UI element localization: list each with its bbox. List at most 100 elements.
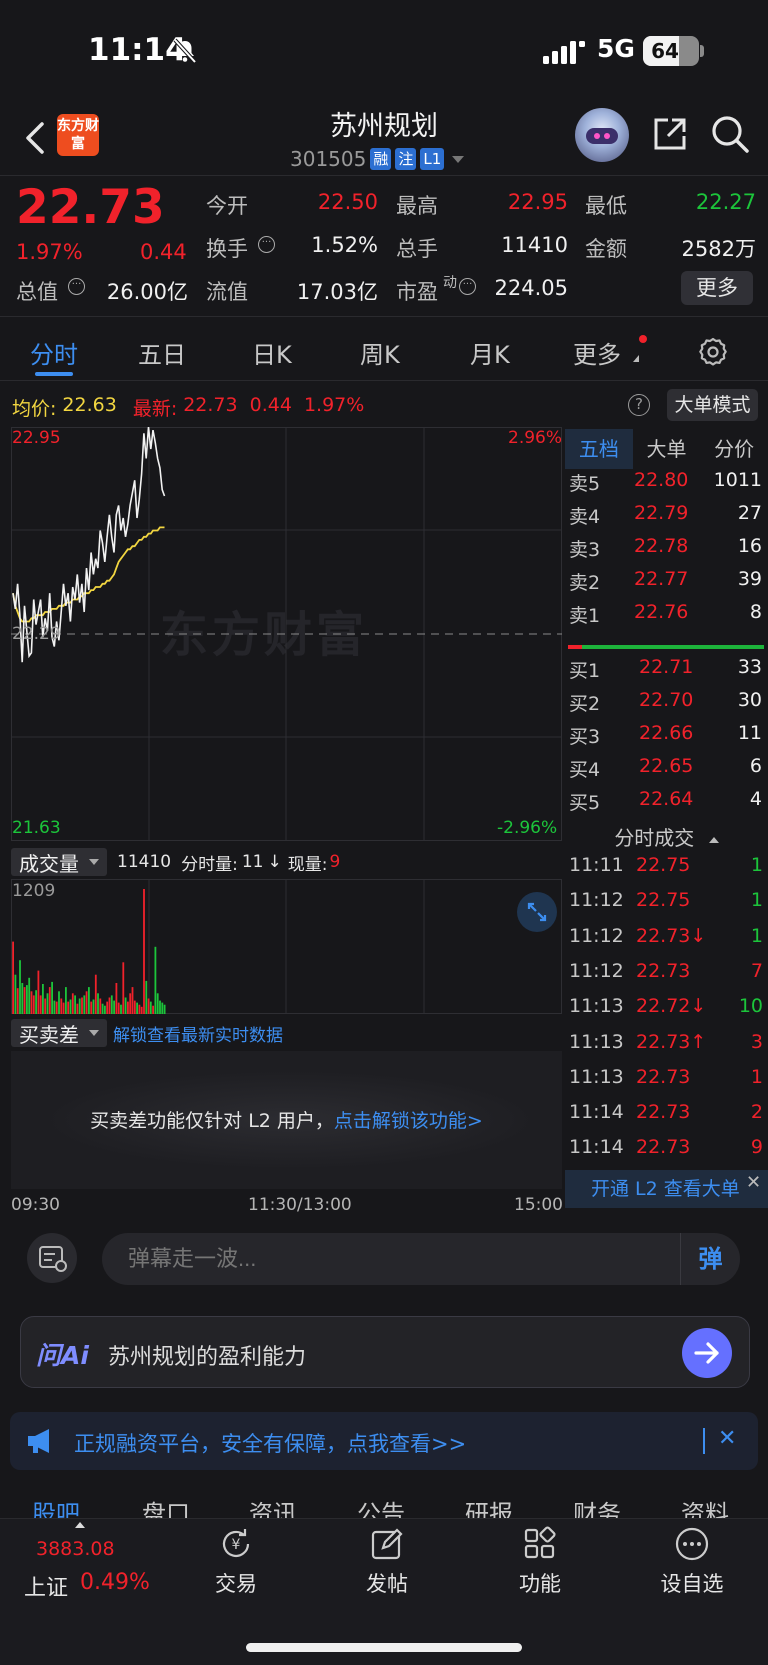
nav-functions[interactable]: 功能 — [490, 1526, 590, 1598]
ask-row[interactable]: 卖5 22.80 1011 — [569, 469, 762, 499]
home-indicator — [246, 1643, 522, 1652]
arrow-right-icon[interactable] — [682, 1328, 732, 1378]
ask-row[interactable]: 卖4 22.79 27 — [569, 502, 762, 532]
volume-bar — [133, 1000, 136, 1014]
danmu-settings-icon[interactable] — [27, 1233, 77, 1283]
tick-volume: 1 — [750, 889, 763, 912]
volume-bar — [113, 1000, 115, 1014]
tab-daily-k[interactable]: 日K — [252, 335, 292, 370]
x-start-label: 09:30 — [11, 1195, 60, 1215]
more-info-icon[interactable]: ··· — [258, 236, 275, 253]
tab-monthly-k[interactable]: 月K — [470, 335, 510, 370]
help-icon[interactable]: ? — [628, 394, 650, 416]
diff-note: 买卖差功能仅针对 L2 用户， — [90, 1110, 334, 1132]
ai-question-text[interactable]: 苏州规划的盈利能力 — [108, 1339, 306, 1371]
ask-row[interactable]: 卖1 22.76 8 — [569, 601, 762, 631]
y-top-label: 22.95 — [12, 428, 61, 448]
bid-volume: 4 — [749, 788, 762, 810]
volume-bar — [136, 1002, 138, 1014]
tick-trades-header[interactable]: 分时成交 — [565, 822, 768, 851]
volume-bar — [90, 1001, 93, 1014]
grid-icon — [524, 1526, 556, 1559]
nav-post[interactable]: 发帖 — [337, 1526, 437, 1598]
tick-time: 11:12 — [569, 959, 624, 982]
tab-weekly-k[interactable]: 周K — [360, 335, 400, 370]
index-percent[interactable]: 0.49% — [80, 1570, 150, 1595]
index-value[interactable]: 3883.08 — [36, 1538, 115, 1560]
danmu-send-button[interactable]: 弹 — [680, 1233, 740, 1285]
label-high: 最高 — [396, 194, 438, 218]
nav-add-watchlist[interactable]: 设自选 — [642, 1526, 742, 1598]
avg-label: 均价: — [12, 398, 57, 420]
ask-row[interactable]: 卖2 22.77 39 — [569, 568, 762, 598]
tab-big-orders[interactable]: 大单 — [633, 429, 701, 469]
volume-bar — [122, 962, 125, 1014]
tab-five-levels[interactable]: 五档 — [565, 429, 633, 469]
tab-five-day[interactable]: 五日 — [138, 335, 186, 370]
tick-price: 22.75 — [636, 889, 691, 912]
tick-row: 11:13 22.73↑ 3 — [569, 1031, 763, 1061]
change-percent: 1.97% — [16, 240, 83, 264]
stock-code-bar[interactable]: 301505 融 注 L1 — [290, 145, 465, 173]
share-icon[interactable] — [652, 116, 688, 152]
edit-icon — [371, 1528, 403, 1560]
bid-volume: 30 — [737, 689, 762, 711]
diff-dropdown[interactable]: 买卖差 — [11, 1019, 107, 1047]
open-l2-banner[interactable]: 开通 L2 查看大单 — [565, 1170, 768, 1208]
tab-price-dist[interactable]: 分价 — [700, 429, 768, 469]
more-info-icon[interactable]: ··· — [68, 278, 85, 295]
ask-price: 22.76 — [634, 601, 689, 623]
tick-time: 11:11 — [569, 854, 624, 876]
tick-row: 11:11 22.75 1 — [569, 854, 763, 884]
megaphone-icon — [28, 1429, 49, 1453]
bid-row[interactable]: 买2 22.70 30 — [569, 689, 762, 719]
bid-row[interactable]: 买5 22.64 4 — [569, 788, 762, 818]
battery-indicator: 64 — [643, 36, 699, 66]
big-order-mode-button[interactable]: 大单模式 — [667, 389, 758, 421]
fen-volume-arrow: ↓ — [267, 852, 282, 872]
diff-dropdown-label: 买卖差 — [19, 1022, 79, 1047]
latest-label: 最新: — [132, 398, 178, 420]
bid-level: 买5 — [569, 792, 601, 814]
bid-row[interactable]: 买1 22.71 33 — [569, 656, 762, 686]
more-quote-button[interactable]: 更多 — [681, 271, 753, 305]
tick-volume: 2 — [750, 1101, 763, 1124]
robot-avatar-icon[interactable] — [575, 108, 629, 162]
promo-text[interactable]: 正规融资平台，安全有保障，点我查看>> — [74, 1428, 466, 1458]
ask-price: 22.78 — [634, 535, 689, 557]
promo-close-icon[interactable]: ✕ — [718, 1426, 736, 1451]
label-volume: 总手 — [396, 237, 438, 261]
tick-price: 22.72↓ — [636, 995, 707, 1018]
volume-bar — [32, 995, 35, 1014]
tab-more[interactable]: 更多 — [573, 335, 621, 370]
nav-trade[interactable]: ¥ 交易 — [186, 1526, 286, 1598]
volume-bar — [92, 999, 95, 1014]
diff-unlock-link[interactable]: 点击解锁该功能> — [334, 1110, 483, 1132]
ask-level: 卖2 — [569, 572, 601, 594]
intraday-price-chart[interactable] — [11, 427, 562, 841]
caret-up-icon — [708, 836, 719, 843]
unlock-link[interactable]: 解锁查看最新实时数据 — [113, 1021, 283, 1046]
volume-bar — [88, 987, 90, 1014]
close-icon[interactable]: ✕ — [746, 1172, 761, 1193]
bid-row[interactable]: 买3 22.66 11 — [569, 722, 762, 752]
tick-time: 11:13 — [569, 1065, 624, 1088]
ask-row[interactable]: 卖3 22.78 16 — [569, 535, 762, 565]
volume-chart[interactable] — [11, 879, 562, 1014]
search-icon[interactable] — [710, 114, 750, 154]
volume-dropdown[interactable]: 成交量 — [11, 848, 107, 876]
volume-bar — [108, 997, 111, 1014]
network-type: 5G — [597, 34, 635, 63]
volume-bar — [12, 941, 14, 1014]
tag-registered: 注 — [395, 148, 417, 170]
tab-intraday[interactable]: 分时 — [30, 335, 78, 370]
volume-bar — [101, 1003, 104, 1014]
volume-bar — [131, 987, 134, 1014]
expand-icon[interactable] — [517, 892, 557, 932]
index-name[interactable]: 上证 — [24, 1570, 68, 1602]
gear-icon[interactable] — [697, 336, 729, 368]
ask-level: 卖5 — [569, 473, 601, 495]
bid-row[interactable]: 买4 22.65 6 — [569, 755, 762, 785]
danmu-input[interactable] — [102, 1233, 680, 1285]
volume-bar — [26, 985, 28, 1014]
